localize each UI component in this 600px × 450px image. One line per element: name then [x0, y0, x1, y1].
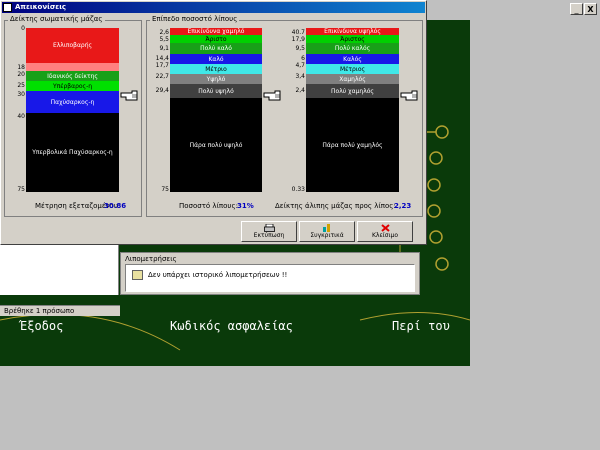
fat-seg-moderate: Μέτριο [170, 64, 262, 74]
lean-tick: 6 [301, 55, 305, 62]
fat-tick: 5,5 [159, 36, 169, 43]
minimize-button[interactable]: _ [570, 3, 583, 15]
fat-tick: 22,7 [155, 73, 169, 80]
bmi-tick: 18 [17, 64, 25, 71]
bmi-seg-underweight: Ελλιποβαρής [26, 28, 119, 63]
lean-seg-good: Καλός [306, 54, 399, 64]
lean-tick: 9,5 [295, 45, 305, 52]
lean-scale: Επικίνδυνα υψηλός Άριστος Πολύ καλός Καλ… [306, 28, 399, 192]
bmi-tick: 30 [17, 91, 25, 98]
compare-icon [322, 224, 330, 232]
fat-percent-value: 31% [237, 202, 254, 210]
lean-tick: 4,7 [295, 62, 305, 69]
status-bar: Βρέθηκε 1 πρόσωπο [0, 305, 120, 316]
bmi-tick: 75 [17, 186, 25, 193]
fat-seg-very-high: Πολύ υψηλό [170, 84, 262, 98]
fat-seg-very-good: Πολύ καλό [170, 43, 262, 54]
info-icon [132, 270, 143, 280]
fat-measurements-group: Λιπομετρήσεις Δεν υπάρχει ιστορικό λιπομ… [120, 252, 420, 295]
status-text: Βρέθηκε 1 πρόσωπο [4, 307, 75, 315]
menu-about[interactable]: Περί του [392, 319, 450, 333]
close-icon [380, 224, 390, 232]
fat-tick: 75 [161, 186, 169, 193]
fat-measurements-list[interactable]: Δεν υπάρχει ιστορικό λιπομετρήσεων !! [125, 264, 415, 292]
display-window: Απεικονίσεις Δείκτης σωματικής μάζας 0 1… [0, 0, 427, 245]
fat-ticks: 2,6 5,5 9,1 14,4 17,7 22,7 29,4 75 [147, 1, 169, 246]
fat-measurements-empty: Δεν υπάρχει ιστορικό λιπομετρήσεων !! [148, 271, 288, 279]
fat-measurements-title: Λιπομετρήσεις [125, 255, 177, 263]
bmi-tick: 40 [17, 113, 25, 120]
fat-percent-label: Ποσοστό λίπους: [179, 202, 238, 210]
fat-scale: Επικίνδυνα χαμηλό Άριστο Πολύ καλό Καλό … [170, 28, 262, 192]
fat-pointer-hand-icon [263, 90, 283, 102]
fat-tick: 2,6 [159, 29, 169, 36]
fat-seg-extremely-high: Πάρα πολύ υψηλό [170, 98, 262, 192]
lean-tick: 40.7 [291, 29, 305, 36]
bmi-seg-overweight: Υπέρβαρος-η [26, 81, 119, 91]
menu-exit[interactable]: Έξοδος [20, 319, 63, 333]
bmi-measurement-value: 30.86 [104, 202, 127, 210]
lean-tick: 2,4 [295, 87, 305, 94]
fat-tick: 29,4 [155, 87, 169, 94]
background-left-panel [0, 245, 119, 295]
fat-tick: 14,4 [155, 55, 169, 62]
lean-seg-dangerously-high: Επικίνδυνα υψηλός [306, 28, 399, 35]
print-button[interactable]: Εκτύπωση [241, 221, 297, 242]
title-bar[interactable]: Απεικονίσεις [2, 2, 425, 13]
lean-ratio-value: 2,23 [394, 202, 412, 210]
lean-tick: 0.33 [291, 186, 305, 193]
fat-seg-high: Υψηλό [170, 74, 262, 84]
bmi-tick: 20 [17, 71, 25, 78]
bmi-ticks: 0 18 20 25 30 40 75 [5, 1, 25, 246]
bmi-seg-salmon [26, 63, 119, 71]
menu-backup[interactable]: Κωδικός ασφαλείας [170, 319, 293, 333]
fat-tick: 9,1 [159, 45, 169, 52]
bmi-seg-obese: Παχύσαρκος-η [26, 91, 119, 113]
fat-seg-excellent: Άριστο [170, 35, 262, 43]
compare-button[interactable]: Συγκριτικά [299, 221, 355, 242]
lean-seg-very-good: Πολύ καλός [306, 43, 399, 54]
bmi-scale: Ελλιποβαρής Ιδανικός δείκτης Υπέρβαρος-η… [26, 28, 119, 192]
lean-pointer-hand-icon [400, 90, 420, 102]
close-dialog-button[interactable]: Κλείσιμο [357, 221, 413, 242]
lean-seg-moderate: Μέτριος [306, 64, 399, 74]
lean-tick: 17,9 [291, 36, 305, 43]
lean-seg-extremely-low: Πάρα πολύ χαμηλός [306, 98, 399, 192]
bmi-tick: 0 [21, 25, 25, 32]
lean-tick: 3,4 [295, 73, 305, 80]
bmi-tick: 25 [17, 82, 25, 89]
lean-seg-very-low: Πολύ χαμηλός [306, 84, 399, 98]
lean-seg-low: Χαμηλός [306, 74, 399, 84]
app-close-button[interactable]: X [584, 3, 597, 15]
lean-ratio-label: Δείκτης άλιπης μάζας προς λίπος: [275, 202, 396, 210]
bmi-seg-very-obese: Υπερβολικά Παχύσαρκος-η [26, 113, 119, 192]
printer-icon [263, 224, 275, 232]
bmi-seg-ideal: Ιδανικός δείκτης [26, 71, 119, 81]
lean-seg-excellent: Άριστος [306, 35, 399, 43]
fat-seg-dangerously-low: Επικίνδυνα χαμηλό [170, 28, 262, 35]
fat-tick: 17,7 [155, 62, 169, 69]
fat-seg-good: Καλό [170, 54, 262, 64]
bmi-pointer-hand-icon [120, 90, 140, 102]
